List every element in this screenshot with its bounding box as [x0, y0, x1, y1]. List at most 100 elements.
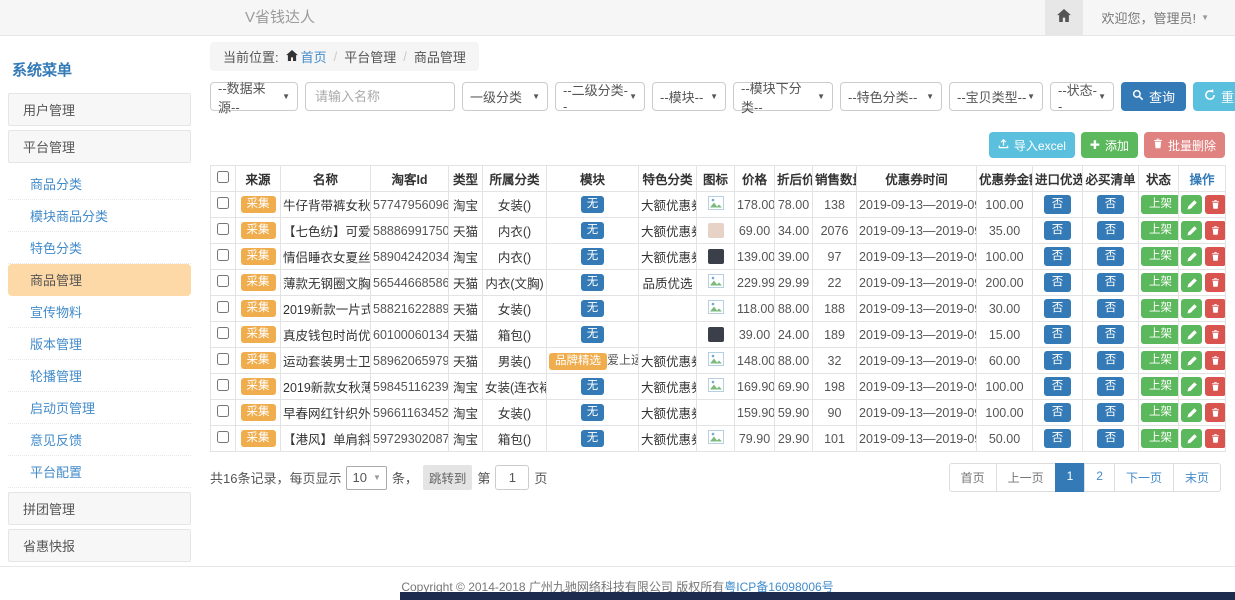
row-checkbox[interactable]	[217, 301, 229, 313]
edit-button[interactable]	[1181, 273, 1202, 292]
sidebar-group-省惠快报[interactable]: 省惠快报	[8, 529, 191, 562]
imported-toggle[interactable]: 否	[1044, 195, 1072, 215]
edit-button[interactable]	[1181, 299, 1202, 318]
page-number-input[interactable]	[495, 465, 529, 490]
must-buy-toggle[interactable]: 否	[1097, 377, 1125, 397]
query-button[interactable]: 查询	[1121, 82, 1186, 111]
select-all-checkbox[interactable]	[217, 171, 229, 183]
delete-button[interactable]	[1205, 299, 1226, 318]
imported-toggle[interactable]: 否	[1044, 221, 1072, 241]
add-button[interactable]: ✚ 添加	[1081, 132, 1138, 158]
status-toggle[interactable]: 上架	[1141, 325, 1179, 345]
must-buy-toggle[interactable]: 否	[1097, 195, 1125, 215]
imported-toggle[interactable]: 否	[1044, 351, 1072, 371]
must-buy-toggle[interactable]: 否	[1097, 247, 1125, 267]
edit-button[interactable]	[1181, 195, 1202, 214]
filter-select-category-level1[interactable]: 一级分类▼	[462, 82, 548, 111]
sidebar-group-用户管理[interactable]: 用户管理	[8, 93, 191, 126]
sidebar-item-模块商品分类[interactable]: 模块商品分类	[8, 200, 191, 232]
sidebar-group-拼团管理[interactable]: 拼团管理	[8, 492, 191, 525]
edit-button[interactable]	[1181, 221, 1202, 240]
edit-button[interactable]	[1181, 351, 1202, 370]
reset-button[interactable]: 重置	[1193, 82, 1235, 111]
filter-select-special-category[interactable]: --特色分类--▼	[840, 82, 942, 111]
batch-delete-button[interactable]: 批量删除	[1144, 132, 1225, 158]
edit-button[interactable]	[1181, 429, 1202, 448]
edit-button[interactable]	[1181, 325, 1202, 344]
page-button-末页[interactable]: 末页	[1173, 463, 1221, 492]
sidebar-item-平台配置[interactable]: 平台配置	[8, 456, 191, 488]
row-checkbox[interactable]	[217, 223, 229, 235]
delete-button[interactable]	[1205, 351, 1226, 370]
row-checkbox[interactable]	[217, 431, 229, 443]
delete-button[interactable]	[1205, 429, 1226, 448]
must-buy-toggle[interactable]: 否	[1097, 403, 1125, 423]
status-toggle[interactable]: 上架	[1141, 299, 1179, 319]
imported-toggle[interactable]: 否	[1044, 377, 1072, 397]
imported-toggle[interactable]: 否	[1044, 403, 1072, 423]
jump-to-button[interactable]: 跳转到	[423, 465, 473, 490]
imported-toggle[interactable]: 否	[1044, 429, 1072, 449]
status-toggle[interactable]: 上架	[1141, 195, 1179, 215]
status-toggle[interactable]: 上架	[1141, 429, 1179, 449]
delete-button[interactable]	[1205, 221, 1226, 240]
must-buy-toggle[interactable]: 否	[1097, 351, 1125, 371]
row-checkbox[interactable]	[217, 327, 229, 339]
filter-select-status[interactable]: --状态--▼	[1050, 82, 1114, 111]
delete-button[interactable]	[1205, 403, 1226, 422]
home-button[interactable]	[1045, 0, 1083, 35]
sidebar-item-轮播管理[interactable]: 轮播管理	[8, 360, 191, 392]
sidebar-item-特色分类[interactable]: 特色分类	[8, 232, 191, 264]
edit-button[interactable]	[1181, 247, 1202, 266]
row-checkbox[interactable]	[217, 197, 229, 209]
name-search-input[interactable]	[305, 82, 455, 111]
page-button-2[interactable]: 2	[1084, 463, 1115, 492]
per-page-select[interactable]: 10 ▼	[346, 466, 386, 490]
must-buy-toggle[interactable]: 否	[1097, 221, 1125, 241]
status-toggle[interactable]: 上架	[1141, 377, 1179, 397]
status-toggle[interactable]: 上架	[1141, 221, 1179, 241]
must-buy-toggle[interactable]: 否	[1097, 325, 1125, 345]
filter-select-data-source[interactable]: --数据来源--▼	[210, 82, 298, 111]
status-toggle[interactable]: 上架	[1141, 403, 1179, 423]
status-toggle[interactable]: 上架	[1141, 273, 1179, 293]
row-checkbox[interactable]	[217, 353, 229, 365]
import-excel-button[interactable]: 导入excel	[989, 132, 1075, 158]
row-checkbox[interactable]	[217, 379, 229, 391]
row-checkbox[interactable]	[217, 249, 229, 261]
filter-select-item-type[interactable]: --宝贝类型--▼	[949, 82, 1043, 111]
delete-button[interactable]	[1205, 247, 1226, 266]
filter-select-module-sub[interactable]: --模块下分类--▼	[733, 82, 833, 111]
page-button-下一页[interactable]: 下一页	[1114, 463, 1174, 492]
sidebar-item-商品分类[interactable]: 商品分类	[8, 168, 191, 200]
must-buy-toggle[interactable]: 否	[1097, 273, 1125, 293]
status-toggle[interactable]: 上架	[1141, 247, 1179, 267]
sidebar-item-版本管理[interactable]: 版本管理	[8, 328, 191, 360]
imported-toggle[interactable]: 否	[1044, 299, 1072, 319]
sidebar-item-意见反馈[interactable]: 意见反馈	[8, 424, 191, 456]
imported-toggle[interactable]: 否	[1044, 273, 1072, 293]
delete-button[interactable]	[1205, 273, 1226, 292]
filter-select-category-level2[interactable]: --二级分类--▼	[555, 82, 645, 111]
breadcrumb-home-link[interactable]: 首页	[286, 47, 327, 66]
delete-button[interactable]	[1205, 377, 1226, 396]
sidebar-item-宣传物料[interactable]: 宣传物料	[8, 296, 191, 328]
sidebar-item-启动页管理[interactable]: 启动页管理	[8, 392, 191, 424]
sidebar-item-商品管理[interactable]: 商品管理	[8, 264, 191, 296]
imported-toggle[interactable]: 否	[1044, 247, 1072, 267]
delete-button[interactable]	[1205, 195, 1226, 214]
delete-button[interactable]	[1205, 325, 1226, 344]
must-buy-toggle[interactable]: 否	[1097, 299, 1125, 319]
must-buy-toggle[interactable]: 否	[1097, 429, 1125, 449]
filter-select-module[interactable]: --模块--▼	[652, 82, 726, 111]
edit-button[interactable]	[1181, 403, 1202, 422]
sidebar-group-平台管理[interactable]: 平台管理	[8, 130, 191, 163]
status-toggle[interactable]: 上架	[1141, 351, 1179, 371]
imported-toggle[interactable]: 否	[1044, 325, 1072, 345]
row-checkbox[interactable]	[217, 275, 229, 287]
page-button-1[interactable]: 1	[1055, 463, 1086, 492]
page-button-上一页[interactable]: 上一页	[996, 463, 1056, 492]
edit-button[interactable]	[1181, 377, 1202, 396]
row-checkbox[interactable]	[217, 405, 229, 417]
user-menu[interactable]: 欢迎您，管理员! ▼	[1083, 0, 1235, 35]
